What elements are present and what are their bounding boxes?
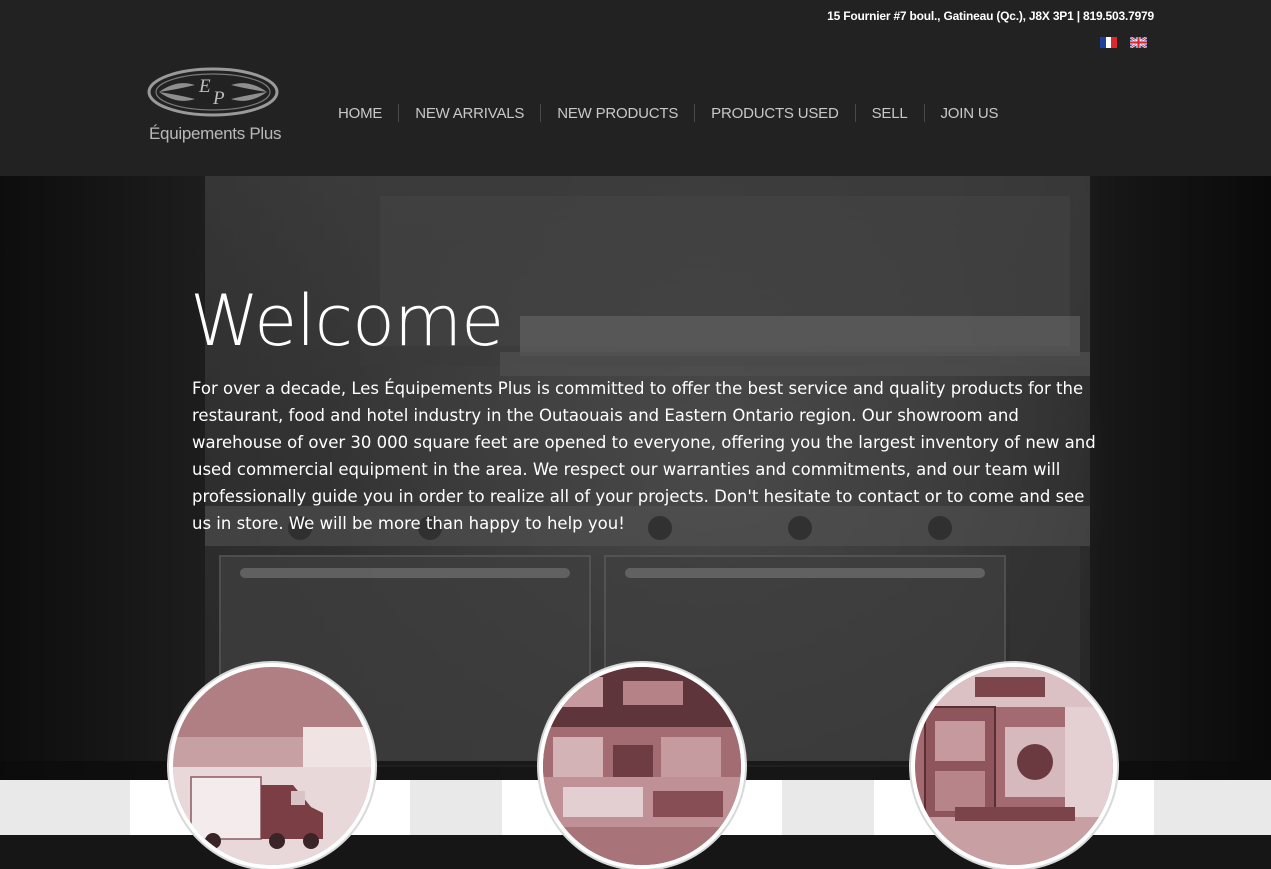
nav-join-us[interactable]: JOIN US — [925, 105, 1015, 122]
feature-showroom[interactable] — [539, 663, 745, 869]
contact-info: 15 Fournier #7 boul., Gatineau (Qc.), J8… — [827, 9, 1154, 23]
kitchen-image — [915, 667, 1113, 865]
language-switcher — [1100, 37, 1147, 48]
ep-logo-mark: E P — [147, 67, 279, 117]
feature-kitchen[interactable] — [911, 663, 1117, 869]
main-nav: HOME NEW ARRIVALS NEW PRODUCTS PRODUCTS … — [322, 104, 1014, 122]
truck-image — [173, 667, 371, 865]
nav-sell[interactable]: SELL — [856, 105, 924, 122]
svg-text:P: P — [212, 88, 225, 109]
showroom-image — [543, 667, 741, 865]
logo-name: Équipements Plus — [149, 124, 282, 143]
welcome-text: For over a decade, Les Équipements Plus … — [192, 379, 1096, 533]
site-logo[interactable]: E P Équipements Plus — [147, 67, 287, 147]
site-header: 15 Fournier #7 boul., Gatineau (Qc.), J8… — [0, 0, 1271, 176]
nav-home[interactable]: HOME — [322, 105, 398, 122]
nav-new-arrivals[interactable]: NEW ARRIVALS — [399, 105, 540, 122]
nav-new-products[interactable]: NEW PRODUCTS — [541, 105, 694, 122]
france-flag-icon[interactable] — [1100, 37, 1117, 48]
welcome-heading: Welcome — [190, 280, 504, 362]
nav-products-used[interactable]: PRODUCTS USED — [695, 105, 854, 122]
svg-text:E: E — [198, 76, 211, 97]
feature-delivery[interactable] — [169, 663, 375, 869]
uk-flag-icon[interactable] — [1130, 37, 1147, 48]
